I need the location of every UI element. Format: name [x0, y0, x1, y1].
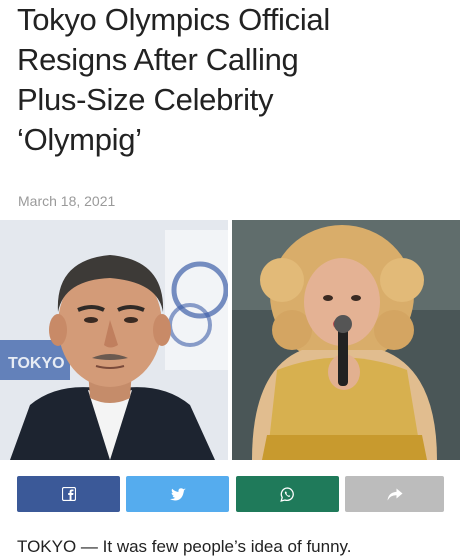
- share-bar: [0, 476, 460, 512]
- headline-line: Tokyo Olympics Official: [17, 2, 330, 37]
- article-photos: TOKYO: [0, 220, 460, 460]
- headline-line: ‘Olympig’: [17, 122, 142, 157]
- twitter-share-button[interactable]: [126, 476, 229, 512]
- celebrity-portrait-image: [232, 220, 460, 460]
- share-arrow-icon: [387, 488, 402, 500]
- backdrop-text: TOKYO: [8, 355, 65, 372]
- article-lead-paragraph: TOKYO — It was few people’s idea of funn…: [17, 537, 352, 556]
- official-portrait-image: TOKYO: [0, 220, 228, 460]
- publish-date: March 18, 2021: [18, 193, 116, 209]
- facebook-share-button[interactable]: [17, 476, 120, 512]
- share-button[interactable]: [345, 476, 444, 512]
- headline-line: Resigns After Calling: [17, 42, 299, 77]
- article-headline: Tokyo Olympics Official Resigns After Ca…: [17, 0, 447, 160]
- whatsapp-share-button[interactable]: [236, 476, 339, 512]
- facebook-icon: [61, 487, 76, 501]
- photo-official: TOKYO: [0, 220, 228, 460]
- whatsapp-icon: [280, 486, 294, 502]
- headline-line: Plus-Size Celebrity: [17, 82, 274, 117]
- photo-celebrity: [232, 220, 460, 460]
- twitter-icon: [169, 487, 186, 500]
